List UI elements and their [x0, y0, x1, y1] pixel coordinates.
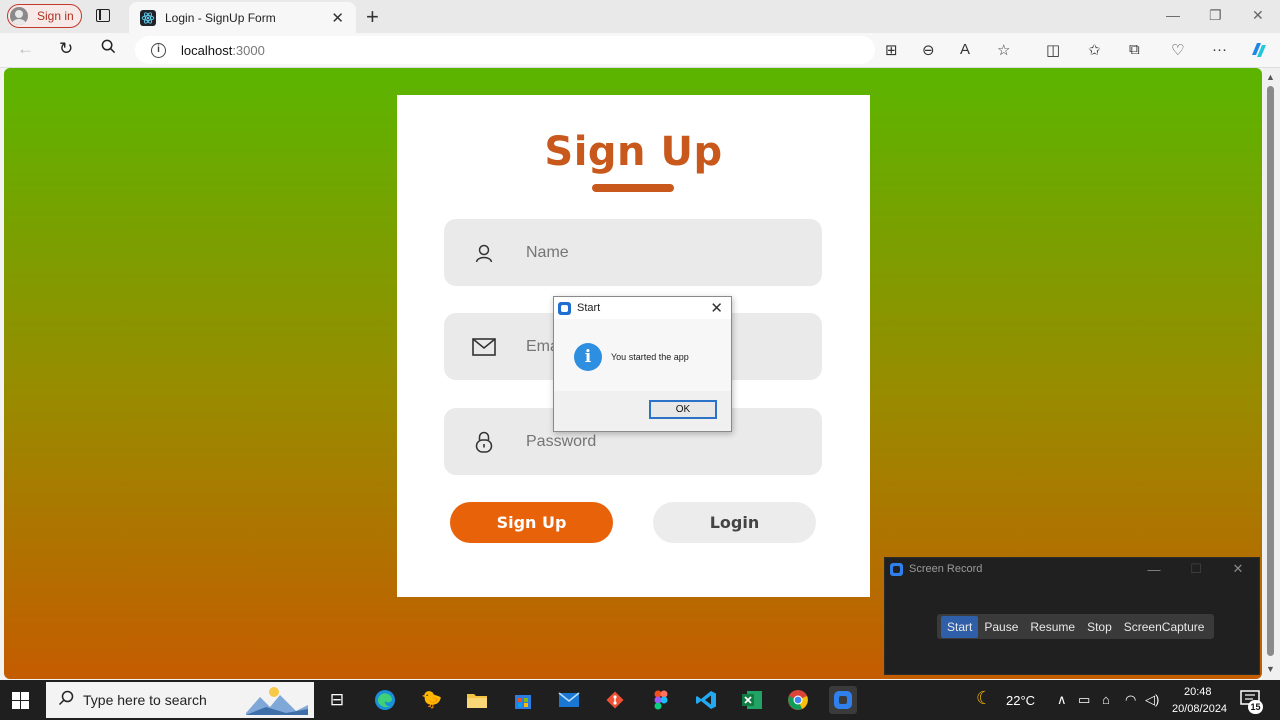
git-icon[interactable] — [601, 686, 629, 714]
back-icon[interactable]: ← — [17, 39, 34, 59]
tab-title: Login - SignUp Form — [165, 10, 276, 25]
zoom-icon[interactable]: ⊖ — [922, 41, 935, 59]
name-input[interactable] — [526, 243, 786, 262]
search-icon — [58, 690, 74, 710]
windows-start-icon[interactable] — [12, 692, 29, 709]
refresh-icon[interactable]: ↻ — [59, 39, 73, 59]
dialog-body: i You started the app — [554, 319, 731, 391]
mail-icon — [472, 335, 496, 359]
profile-button[interactable]: Sign in — [7, 4, 82, 28]
user-icon — [472, 241, 496, 265]
more-icon[interactable]: ··· — [1212, 41, 1227, 58]
restore-icon[interactable]: ❐ — [1209, 7, 1222, 24]
network-icon[interactable]: ◠ — [1125, 692, 1136, 708]
notification-badge: 15 — [1248, 700, 1263, 714]
site-info-icon[interactable]: i — [151, 42, 166, 58]
read-aloud-icon[interactable]: A — [960, 41, 970, 58]
browser-essentials-icon[interactable]: ♡ — [1171, 41, 1184, 59]
signup-button[interactable]: Sign Up — [450, 502, 613, 543]
file-explorer-icon[interactable] — [463, 686, 491, 714]
scroll-down-icon[interactable]: ▼ — [1266, 664, 1275, 674]
taskbar: Type here to search ⊟ 🐤 ☾ 22°C ∧ ▭ ⌂ ◠ ◁… — [0, 680, 1280, 720]
url-host: localhost — [181, 42, 233, 58]
task-view-icon[interactable]: ⊟ — [323, 686, 351, 714]
scroll-thumb[interactable] — [1267, 86, 1274, 656]
store-icon[interactable] — [509, 686, 537, 714]
profile-label: Sign in — [37, 9, 74, 23]
recorder-toolbar: Start Pause Resume Stop ScreenCapture — [937, 614, 1215, 639]
battery-icon[interactable]: ▭ — [1078, 692, 1090, 708]
scrollbar[interactable]: ▲ ▼ — [1262, 68, 1280, 680]
title-underline — [592, 184, 674, 192]
browser-tab[interactable]: Login - SignUp Form ✕ — [129, 2, 356, 33]
weather-moon-icon[interactable]: ☾ — [976, 688, 992, 709]
dialog-footer: OK — [554, 391, 731, 431]
scroll-up-icon[interactable]: ▲ — [1266, 72, 1275, 82]
show-hidden-icons-icon[interactable]: ∧ — [1057, 692, 1067, 708]
app-icon — [558, 301, 571, 315]
address-bar-row: ← ↻ i localhost:3000 ⊞ ⊖ A ☆ ◫ ✩ ⧉ ♡ ··· — [0, 33, 1280, 68]
react-icon — [140, 9, 156, 26]
recorder-title: Screen Record — [909, 563, 983, 575]
taskbar-search[interactable]: Type here to search — [46, 682, 314, 718]
dialog-titlebar[interactable]: Start ✕ — [554, 297, 731, 319]
mail-app-icon[interactable] — [555, 686, 583, 714]
recorder-minimize-icon[interactable]: — — [1133, 562, 1175, 577]
split-screen-icon[interactable]: ◫ — [1046, 41, 1060, 59]
copilot-icon[interactable] — [1248, 39, 1270, 65]
avatar-icon — [10, 7, 28, 25]
page-title: Sign Up — [544, 129, 723, 175]
recorder-resume-button[interactable]: Resume — [1024, 616, 1081, 638]
dialog-close-icon[interactable]: ✕ — [710, 299, 723, 317]
dialog-title: Start — [577, 302, 601, 314]
password-input[interactable] — [526, 432, 786, 451]
cyberduck-icon[interactable]: 🐤 — [418, 686, 446, 714]
search-icon[interactable] — [101, 39, 116, 59]
url-port: :3000 — [232, 42, 265, 58]
recorder-app-icon — [890, 562, 903, 576]
collections-icon[interactable]: ⧉ — [1129, 41, 1140, 58]
new-tab-icon[interactable]: + — [366, 4, 379, 30]
url-field[interactable]: i localhost:3000 — [135, 36, 875, 64]
volume-icon[interactable]: ◁) — [1145, 692, 1159, 708]
name-field[interactable] — [444, 219, 822, 286]
chrome-icon[interactable] — [784, 686, 812, 714]
excel-icon[interactable] — [738, 686, 766, 714]
figma-icon[interactable] — [647, 686, 675, 714]
screen-record-window: Screen Record — ☐ ✕ Start Pause Resume S… — [884, 557, 1260, 675]
recorder-start-button[interactable]: Start — [941, 615, 979, 638]
recorder-stop-button[interactable]: Stop — [1081, 616, 1118, 638]
screen-record-taskbar-icon[interactable] — [829, 686, 857, 714]
recorder-titlebar[interactable]: Screen Record — ☐ ✕ — [885, 558, 1259, 580]
apps-icon[interactable]: ⊞ — [885, 41, 898, 59]
search-placeholder: Type here to search — [83, 692, 207, 708]
landscape-icon — [246, 687, 308, 715]
tab-actions-icon[interactable] — [96, 9, 110, 22]
recorder-maximize-icon[interactable]: ☐ — [1175, 561, 1217, 577]
clock-date[interactable]: 20/08/2024 — [1172, 703, 1227, 715]
start-dialog: Start ✕ i You started the app OK — [553, 296, 732, 432]
clock-time[interactable]: 20:48 — [1184, 686, 1212, 698]
minimize-icon[interactable]: — — [1166, 7, 1180, 23]
edge-icon[interactable] — [371, 686, 399, 714]
dialog-message: You started the app — [611, 352, 689, 362]
browser-tab-bar: Sign in Login - SignUp Form ✕ + — ❐ ✕ — [0, 0, 1280, 33]
vscode-icon[interactable] — [692, 686, 720, 714]
recorder-close-icon[interactable]: ✕ — [1217, 561, 1259, 577]
ok-button[interactable]: OK — [649, 400, 717, 419]
login-button[interactable]: Login — [653, 502, 816, 543]
favorite-icon[interactable]: ☆ — [997, 41, 1010, 59]
tab-close-icon[interactable]: ✕ — [331, 9, 344, 27]
recorder-pause-button[interactable]: Pause — [978, 616, 1024, 638]
weather-temperature[interactable]: 22°C — [1006, 693, 1035, 708]
close-window-icon[interactable]: ✕ — [1252, 7, 1264, 24]
lock-icon — [472, 430, 496, 454]
info-icon: i — [574, 343, 602, 371]
favorites-icon[interactable]: ✩ — [1088, 41, 1101, 59]
meet-now-icon[interactable]: ⌂ — [1102, 692, 1110, 707]
recorder-screencapture-button[interactable]: ScreenCapture — [1118, 616, 1211, 638]
